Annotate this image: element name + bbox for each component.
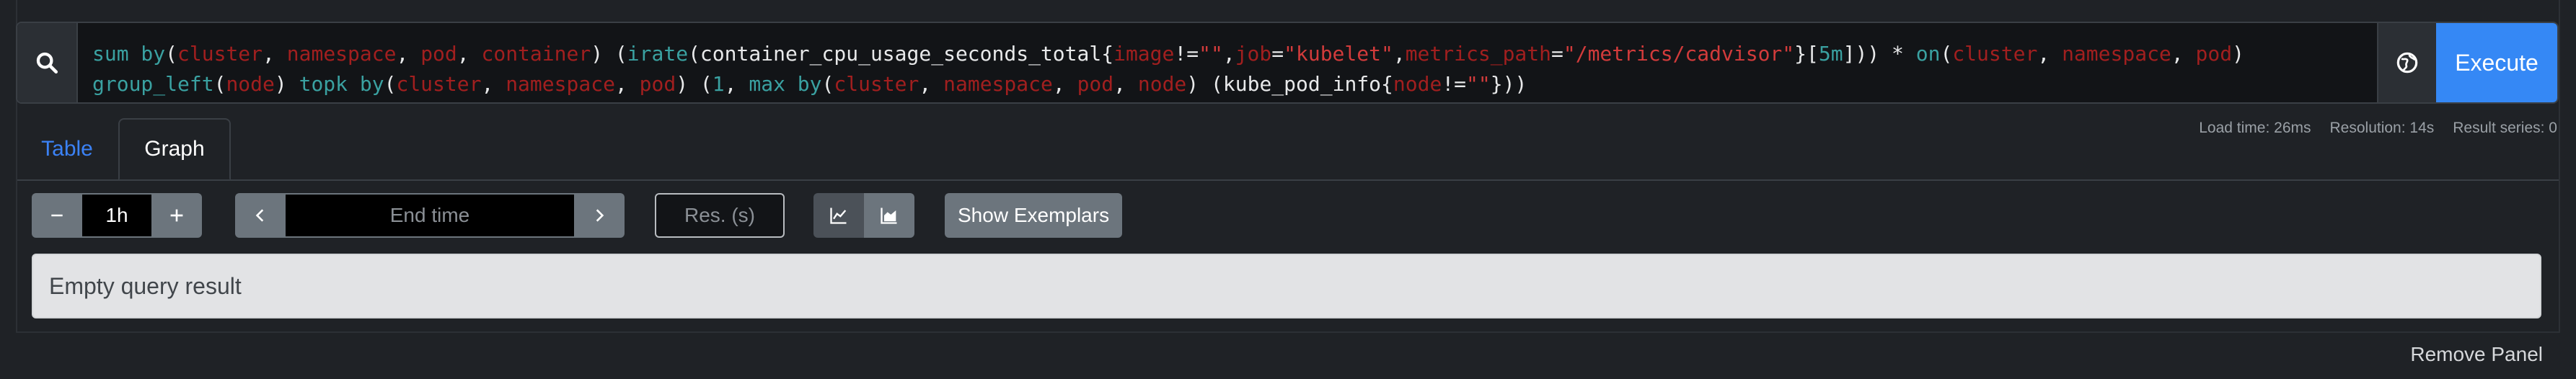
expr-token: , [2171, 42, 2196, 66]
expr-token: ) ( [676, 72, 713, 96]
expr-token: irate [627, 42, 689, 66]
expr-token: container [481, 42, 591, 66]
expr-token: job [1235, 42, 1272, 66]
expr-token: "kubelet" [1284, 42, 1393, 66]
expr-token: ) [274, 72, 299, 96]
expr-token: ])) * [1843, 42, 1916, 66]
execute-button[interactable]: Execute [2436, 23, 2557, 102]
panel-tabs: Table Graph [16, 118, 231, 180]
unstacked-button[interactable] [813, 193, 864, 238]
result-series: Result series: 0 [2453, 120, 2557, 136]
range-input[interactable]: 1h [82, 193, 151, 238]
expr-token: pod [1077, 72, 1114, 96]
expr-token: namespace [506, 72, 615, 96]
chart-type-toggle [813, 193, 914, 238]
expr-token: ) ( [591, 42, 627, 66]
expr-token: cluster [396, 72, 482, 96]
expr-token: cluster [1952, 42, 2038, 66]
expr-token: , [614, 72, 640, 96]
tab-divider [17, 179, 2559, 181]
decrease-range-button[interactable] [32, 193, 82, 238]
expr-token: != [1442, 72, 1467, 96]
search-button[interactable] [17, 23, 78, 102]
expr-token: , [263, 42, 287, 66]
expr-token: , [396, 42, 421, 66]
expr-token: topk by [299, 72, 384, 96]
expr-token: namespace [2062, 42, 2171, 66]
expr-token: , [1393, 42, 1406, 66]
expr-token: metrics_path [1405, 42, 1551, 66]
expr-token: , [1222, 42, 1235, 66]
line-chart-icon [830, 208, 847, 224]
tab-table[interactable]: Table [16, 118, 118, 180]
stacked-button[interactable] [864, 193, 914, 238]
expr-token: != [1174, 42, 1199, 66]
expr-token: = [1551, 42, 1563, 66]
expr-token: node [1137, 72, 1187, 96]
time-back-button[interactable] [235, 193, 286, 238]
expr-token: pod [2195, 42, 2233, 66]
expr-token: pod [420, 42, 457, 66]
expr-token: ( [384, 72, 397, 96]
chevron-right-icon [596, 209, 604, 222]
expr-token: max by [749, 72, 822, 96]
expression-input[interactable]: sum by(cluster, namespace, pod, containe… [78, 23, 2377, 102]
expr-token: ( [821, 72, 834, 96]
expr-token: ( [213, 72, 226, 96]
resolution-stat: Resolution: 14s [2329, 120, 2435, 136]
area-chart-icon [881, 208, 897, 224]
expr-token: sum by [92, 42, 166, 66]
search-icon [36, 52, 58, 74]
end-time-input[interactable]: End time [286, 193, 574, 238]
expr-token: , [724, 72, 749, 96]
graph-controls: 1h End time Res. (s) Show Exemplars [32, 193, 1123, 238]
resolution-input[interactable]: Res. (s) [655, 193, 785, 238]
globe-icon [2396, 52, 2418, 73]
expr-token: "" [1199, 42, 1223, 66]
expr-token: node [226, 72, 275, 96]
expr-token: , [919, 72, 944, 96]
range-control: 1h [32, 193, 202, 238]
expr-token: , [1113, 72, 1138, 96]
expr-token: , [481, 72, 506, 96]
plus-icon [170, 209, 183, 222]
expr-token: cluster [834, 72, 919, 96]
expr-token: node [1393, 72, 1442, 96]
query-stats: Load time: 26ms Resolution: 14s Result s… [2199, 120, 2557, 137]
expr-token: group_left [92, 72, 214, 96]
expr-token: })) [1490, 72, 1527, 96]
end-time-control: End time [235, 193, 625, 238]
expr-token: ) [2232, 42, 2257, 66]
query-bar: sum by(cluster, namespace, pod, containe… [16, 22, 2559, 104]
expr-token: pod [639, 72, 676, 96]
expr-token: 1 [712, 72, 725, 96]
metrics-explorer-button[interactable] [2377, 23, 2436, 102]
expr-token: ( [165, 42, 178, 66]
expr-token: ( [1940, 42, 1953, 66]
expr-token: = [1271, 42, 1284, 66]
minus-icon [51, 214, 63, 217]
expr-token: namespace [286, 42, 397, 66]
empty-result-alert: Empty query result [32, 254, 2541, 318]
tab-graph[interactable]: Graph [118, 118, 231, 180]
expr-token: ) (kube_pod_info{ [1186, 72, 1393, 96]
increase-range-button[interactable] [151, 193, 202, 238]
expr-token: 5m [1818, 42, 1843, 66]
expr-token: image [1113, 42, 1175, 66]
expr-token: "/metrics/cadvisor" [1563, 42, 1795, 66]
expr-token: "" [1466, 72, 1491, 96]
chevron-left-icon [255, 209, 264, 222]
expr-token: (container_cpu_usage_seconds_total{ [688, 42, 1114, 66]
expr-token: namespace [943, 72, 1053, 96]
expr-token: , [2037, 42, 2063, 66]
expr-token: cluster [177, 42, 263, 66]
expr-token: }[ [1794, 42, 1819, 66]
expr-token: , [456, 42, 482, 66]
expr-token: on [1915, 42, 1941, 66]
time-forward-button[interactable] [574, 193, 625, 238]
load-time: Load time: 26ms [2199, 120, 2311, 136]
show-exemplars-button[interactable]: Show Exemplars [945, 193, 1123, 238]
remove-panel-link[interactable]: Remove Panel [2410, 343, 2543, 366]
expr-token: , [1052, 72, 1077, 96]
